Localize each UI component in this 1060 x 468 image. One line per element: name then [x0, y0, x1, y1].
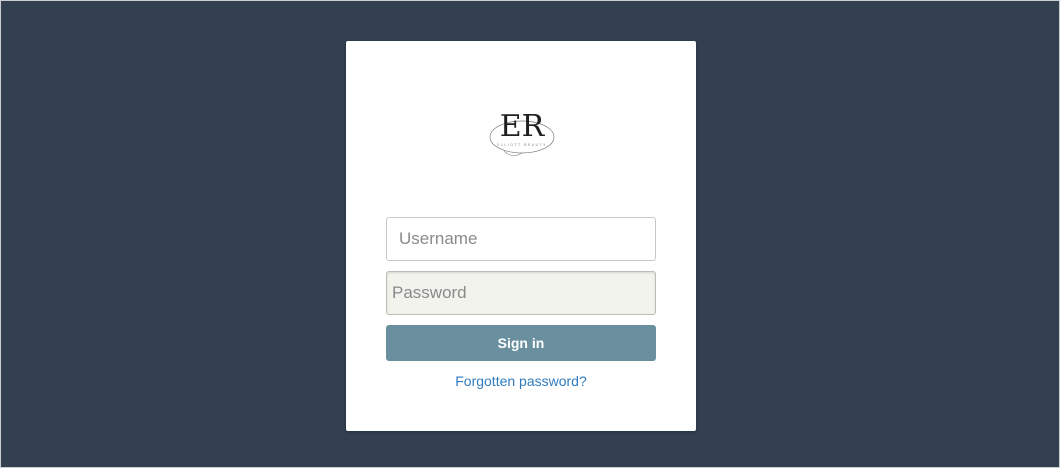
login-page: ER ELLIOTT BEAUTY Sign in Forgotten pass…	[0, 0, 1060, 468]
svg-text:ER: ER	[500, 109, 546, 144]
brand-logo: ER ELLIOTT BEAUTY	[486, 103, 558, 161]
username-input[interactable]	[386, 217, 656, 261]
login-card: ER ELLIOTT BEAUTY Sign in Forgotten pass…	[346, 41, 696, 431]
sign-in-button[interactable]: Sign in	[386, 325, 656, 361]
er-monogram-logo: ER ELLIOTT BEAUTY	[489, 109, 555, 156]
password-input[interactable]	[386, 271, 656, 315]
forgot-password-link[interactable]: Forgotten password?	[346, 373, 696, 389]
svg-text:ELLIOTT BEAUTY: ELLIOTT BEAUTY	[497, 143, 546, 147]
